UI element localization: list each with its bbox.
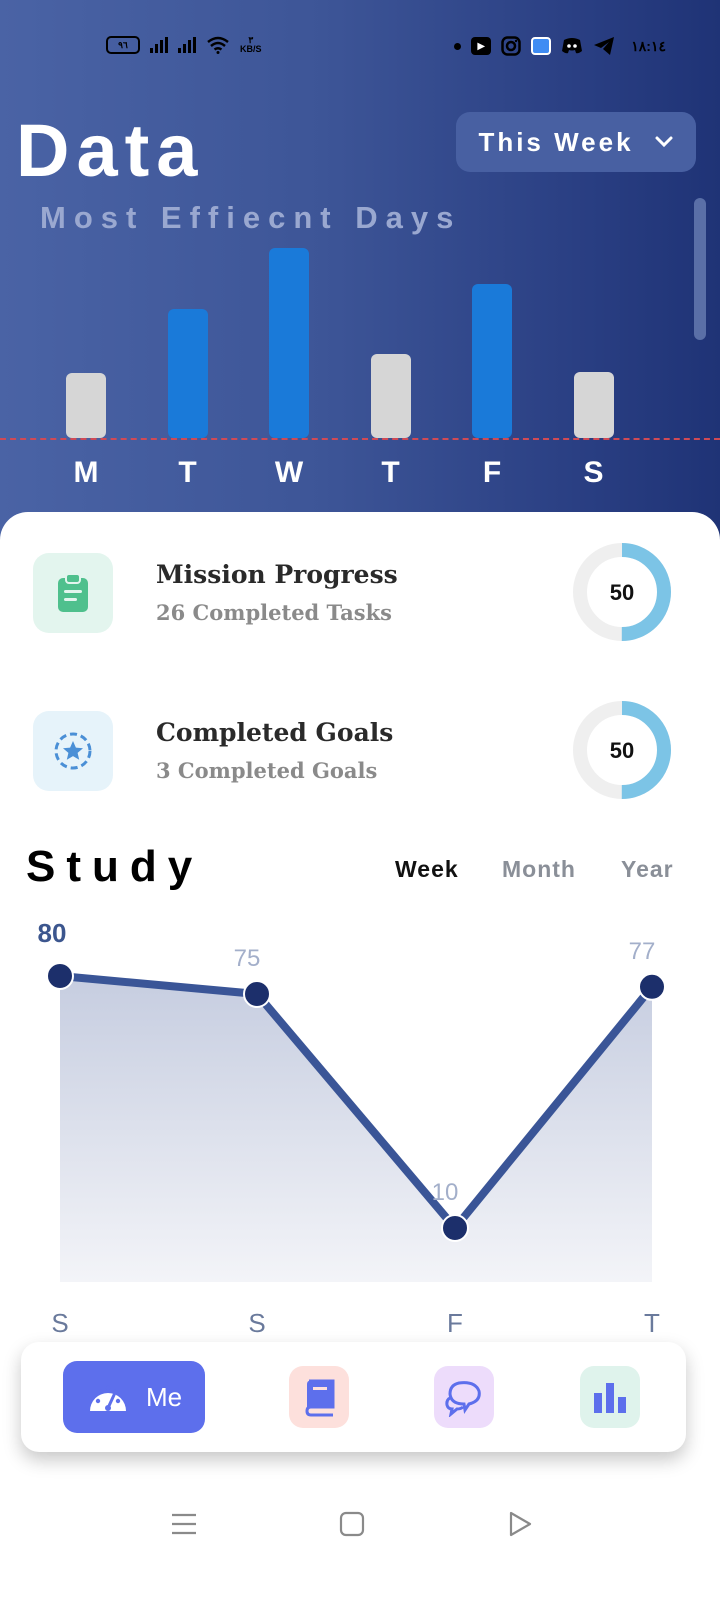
bar-label-2: W	[274, 456, 304, 489]
book-icon	[305, 1379, 335, 1417]
bar-label-4: F	[482, 456, 502, 489]
nav-stats-button[interactable]	[580, 1366, 640, 1428]
menu-icon[interactable]	[170, 1510, 198, 1538]
range-selector[interactable]: This Week	[456, 112, 696, 172]
header-section: ٩٦ ٣ KB/S ▶ ١٨:١٤ Data Most Effiecnt Days…	[0, 0, 720, 560]
data-label-3: 77	[629, 938, 656, 965]
mission-progress-subtitle: 26 Completed Tasks	[156, 600, 392, 625]
network-speed-unit: KB/S	[240, 44, 262, 54]
back-icon[interactable]	[506, 1510, 534, 1538]
data-label-2: 10	[432, 1179, 459, 1206]
nav-book-button[interactable]	[289, 1366, 349, 1428]
app-icon	[531, 37, 552, 55]
bar-4	[472, 284, 512, 438]
chart-baseline	[0, 438, 720, 440]
mission-progress-title: Mission Progress	[156, 560, 398, 589]
tab-year[interactable]: Year	[621, 856, 674, 883]
completed-goals-value: 50	[609, 738, 635, 763]
bar-1	[167, 308, 208, 438]
wifi-icon	[207, 36, 229, 54]
bar-label-1: T	[178, 456, 197, 489]
youtube-icon: ▶	[471, 37, 492, 55]
x-label-3: T	[644, 1308, 660, 1338]
bar-5	[573, 371, 614, 438]
tab-week[interactable]: Week	[395, 856, 459, 883]
data-point-1	[243, 980, 271, 1008]
area-fill	[60, 976, 652, 1282]
bar-label-0: M	[73, 456, 99, 489]
chevron-down-icon	[655, 136, 673, 148]
home-icon[interactable]	[338, 1510, 366, 1538]
status-bar: ٩٦ ٣ KB/S ▶ ١٨:١٤	[0, 30, 720, 64]
page-title: Data	[16, 109, 205, 192]
bottom-nav: Me	[21, 1342, 686, 1452]
nav-chat-button[interactable]	[434, 1366, 494, 1428]
discord-icon	[562, 38, 583, 54]
chat-icon	[445, 1381, 481, 1417]
bar-2	[269, 248, 309, 438]
range-selector-label: This Week	[478, 126, 634, 157]
battery-icon: ٩٦	[106, 36, 140, 54]
x-label-1: S	[248, 1308, 265, 1338]
data-label-0: 80	[38, 918, 67, 948]
bar-0	[66, 373, 106, 438]
completed-goals-title: Completed Goals	[156, 718, 394, 747]
study-title: Study	[26, 842, 204, 891]
bar-label-3: T	[381, 456, 400, 489]
star-badge-icon	[33, 711, 113, 791]
bar-chart-icon	[594, 1383, 626, 1413]
clock: ١٨:١٤	[631, 37, 666, 54]
signal-icon	[178, 37, 196, 53]
x-label-2: F	[447, 1308, 463, 1338]
telegram-icon	[594, 37, 615, 55]
clipboard-icon	[33, 553, 113, 633]
mission-progress-value: 50	[609, 580, 635, 605]
network-speed: ٣ KB/S	[240, 36, 262, 54]
data-point-2	[441, 1214, 469, 1242]
instagram-icon	[501, 36, 521, 56]
dashboard-icon	[89, 1385, 126, 1411]
tab-month[interactable]: Month	[502, 856, 576, 883]
data-label-1: 75	[234, 945, 261, 972]
nav-me-label: Me	[145, 1381, 183, 1412]
signal-icon	[150, 37, 168, 53]
data-point-3	[638, 972, 666, 1001]
bar-3	[370, 354, 411, 438]
nav-me-button[interactable]: Me	[63, 1361, 205, 1433]
study-line-chart: 80 S 75 S 10 F 77 T	[38, 918, 666, 1338]
battery-level: ٩٦	[118, 39, 128, 50]
chart-subtitle: Most Effiecnt Days	[40, 200, 462, 235]
scrollbar[interactable]	[694, 198, 706, 340]
x-label-0: S	[51, 1308, 68, 1338]
notification-dot	[454, 42, 462, 50]
data-point-0	[46, 962, 74, 990]
completed-goals-subtitle: 3 Completed Goals	[156, 758, 378, 783]
bar-label-5: S	[583, 456, 604, 489]
